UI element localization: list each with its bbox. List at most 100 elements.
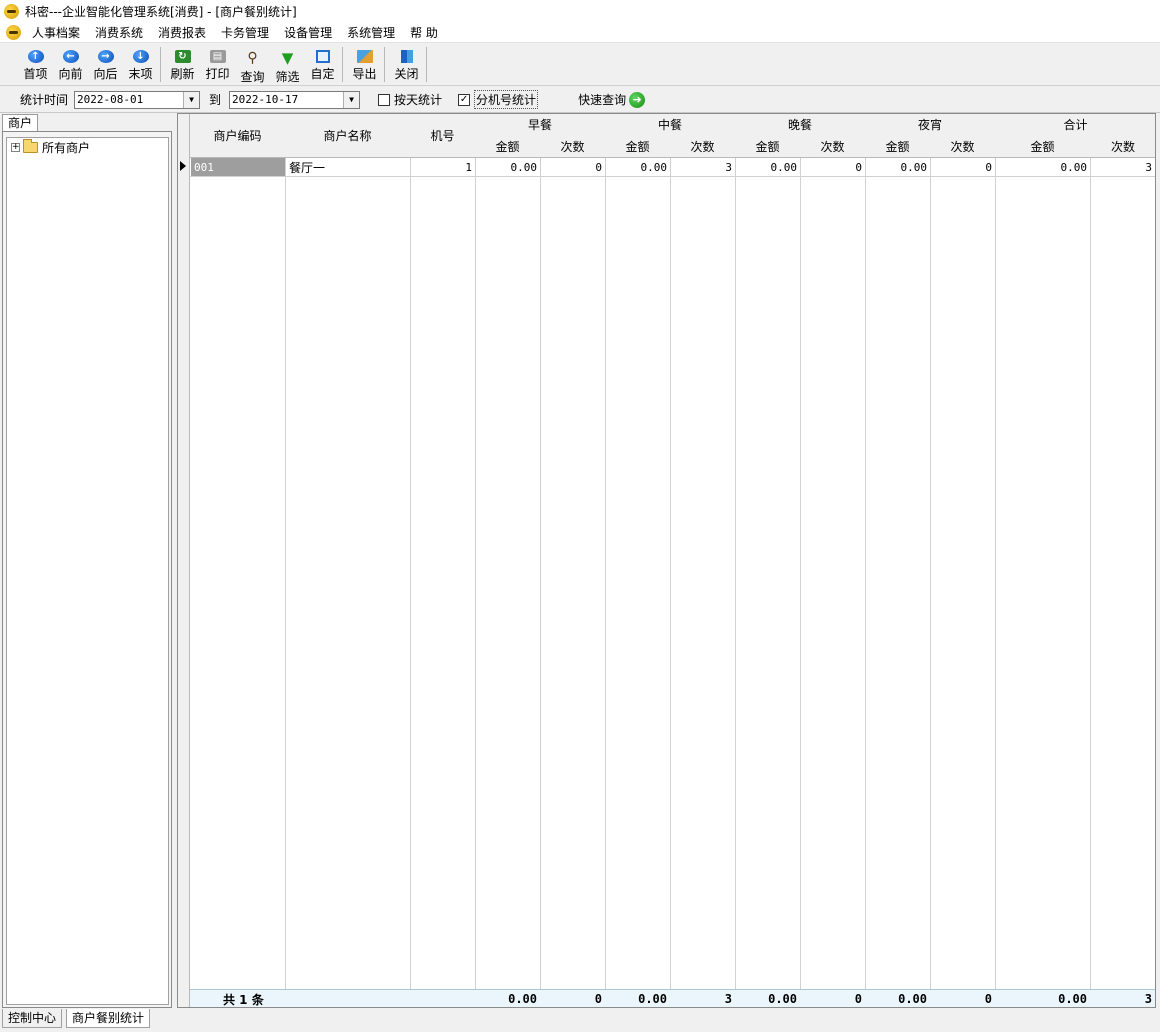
col-divider bbox=[410, 114, 411, 1007]
refresh-button[interactable]: ↻ 刷新 bbox=[165, 47, 200, 82]
cell-machine-no[interactable]: 1 bbox=[411, 158, 475, 176]
cell-midnight-amount[interactable]: 0.00 bbox=[866, 158, 930, 176]
arrow-up-icon: ↑ bbox=[27, 50, 44, 63]
col-divider bbox=[605, 114, 606, 1007]
summary-dinner-count: 0 bbox=[854, 992, 862, 1006]
header-total-count[interactable]: 次数 bbox=[1090, 135, 1155, 158]
col-divider bbox=[800, 114, 801, 1007]
header-dinner-amount[interactable]: 金额 bbox=[735, 135, 801, 158]
header-breakfast-count[interactable]: 次数 bbox=[540, 135, 606, 158]
menu-card-management[interactable]: 卡务管理 bbox=[220, 24, 270, 41]
merchant-panel: + 所有商户 bbox=[2, 131, 172, 1008]
dropdown-arrow-icon[interactable]: ▼ bbox=[183, 91, 200, 108]
print-button[interactable]: ▤ 打印 bbox=[200, 47, 235, 82]
header-midnight: 夜宵 bbox=[865, 114, 996, 136]
header-breakfast-amount[interactable]: 金额 bbox=[475, 135, 541, 158]
from-date-picker[interactable]: 2022-08-01 ▼ bbox=[74, 90, 201, 109]
col-divider bbox=[735, 114, 736, 1007]
header-lunch: 中餐 bbox=[605, 114, 736, 136]
header-lunch-count[interactable]: 次数 bbox=[670, 135, 736, 158]
menu-consumption-system[interactable]: 消费系统 bbox=[94, 24, 144, 41]
current-row-arrow-icon bbox=[180, 161, 186, 171]
row-indicator-column bbox=[178, 114, 190, 1007]
menu-consumption-report[interactable]: 消费报表 bbox=[157, 24, 207, 41]
to-label: 到 bbox=[209, 93, 222, 107]
merchant-tab[interactable]: 商户 bbox=[2, 114, 38, 132]
expand-icon[interactable]: + bbox=[11, 142, 20, 152]
dropdown-arrow-icon[interactable]: ▼ bbox=[343, 91, 360, 108]
first-button[interactable]: ↑ 首项 bbox=[18, 47, 53, 82]
summary-breakfast-amount: 0.00 bbox=[508, 992, 537, 1006]
header-merchant-code[interactable]: 商户编码 bbox=[190, 114, 286, 158]
col-divider bbox=[865, 114, 866, 1007]
cell-total-count[interactable]: 3 bbox=[1091, 158, 1155, 176]
cell-total-amount[interactable]: 0.00 bbox=[996, 158, 1090, 176]
cell-merchant-code[interactable]: 001 bbox=[191, 158, 285, 176]
export-icon bbox=[356, 50, 373, 63]
cell-breakfast-count[interactable]: 0 bbox=[541, 158, 605, 176]
header-midnight-amount[interactable]: 金额 bbox=[865, 135, 931, 158]
by-day-label: 按天统计 bbox=[394, 93, 443, 107]
cell-dinner-amount[interactable]: 0.00 bbox=[736, 158, 800, 176]
menu-help[interactable]: 帮 助 bbox=[409, 24, 439, 41]
summary-lunch-amount: 0.00 bbox=[638, 992, 667, 1006]
close-group: 关闭 bbox=[389, 47, 427, 82]
col-divider bbox=[995, 114, 996, 1007]
close-button[interactable]: 关闭 bbox=[389, 47, 424, 82]
export-group: 导出 bbox=[347, 47, 385, 82]
last-button[interactable]: ↓ 末项 bbox=[123, 47, 158, 82]
window-tabs: 控制中心 商户餐别统计 bbox=[0, 1009, 1160, 1032]
cell-midnight-count[interactable]: 0 bbox=[931, 158, 995, 176]
header-breakfast: 早餐 bbox=[475, 114, 606, 136]
statistics-grid: 商户编码 商户名称 机号 早餐 中餐 晚餐 夜宵 合计 金额 次数 金额 次数 … bbox=[177, 113, 1156, 1008]
header-lunch-amount[interactable]: 金额 bbox=[605, 135, 671, 158]
header-dinner-count[interactable]: 次数 bbox=[800, 135, 866, 158]
arrow-down-icon: ↓ bbox=[132, 50, 149, 63]
by-machine-checkbox[interactable]: ✓ 分机号统计 bbox=[458, 90, 539, 109]
cell-breakfast-amount[interactable]: 0.00 bbox=[476, 158, 540, 176]
menu-bar: 人事档案 消费系统 消费报表 卡务管理 设备管理 系统管理 帮 助 bbox=[0, 22, 1160, 43]
row-divider bbox=[190, 176, 1155, 177]
time-label: 统计时间 bbox=[20, 93, 69, 107]
header-midnight-count[interactable]: 次数 bbox=[930, 135, 996, 158]
header-merchant-name[interactable]: 商户名称 bbox=[285, 114, 411, 158]
checkbox-checked-icon: ✓ bbox=[458, 93, 471, 106]
tab-merchant-meal-stats[interactable]: 商户餐别统计 bbox=[66, 1009, 151, 1028]
col-divider bbox=[1090, 114, 1091, 1007]
col-divider bbox=[540, 114, 541, 1007]
header-total-amount[interactable]: 金额 bbox=[995, 135, 1091, 158]
quick-query-label: 快速查询 bbox=[578, 93, 627, 107]
tree-node-all-merchants[interactable]: + 所有商户 bbox=[7, 138, 168, 156]
header-dinner: 晚餐 bbox=[735, 114, 866, 136]
cell-merchant-name[interactable]: 餐厅一 bbox=[286, 158, 410, 176]
menu-device-management[interactable]: 设备管理 bbox=[283, 24, 333, 41]
refresh-icon: ↻ bbox=[174, 50, 191, 63]
prev-button[interactable]: ← 向前 bbox=[53, 47, 88, 82]
quick-query-button[interactable]: 快速查询 ➜ bbox=[578, 91, 646, 108]
next-button[interactable]: → 向后 bbox=[88, 47, 123, 82]
summary-dinner-amount: 0.00 bbox=[768, 992, 797, 1006]
toolbar: ↑ 首项 ← 向前 → 向后 ↓ 末项 ↻ 刷新 ▤ 打印 ⚲ 查询 ▼ 筛选 … bbox=[0, 44, 1160, 86]
merchant-tree: + 所有商户 bbox=[6, 137, 169, 1005]
summary-total-count: 3 bbox=[1144, 992, 1152, 1006]
menu-system-management[interactable]: 系统管理 bbox=[346, 24, 396, 41]
by-day-checkbox[interactable]: 按天统计 bbox=[378, 91, 442, 108]
cell-lunch-count[interactable]: 3 bbox=[671, 158, 735, 176]
to-date-picker[interactable]: 2022-10-17 ▼ bbox=[229, 90, 361, 109]
col-divider bbox=[670, 114, 671, 1007]
arrow-right-icon: → bbox=[97, 50, 114, 63]
col-divider bbox=[930, 114, 931, 1007]
menu-personnel[interactable]: 人事档案 bbox=[31, 24, 81, 41]
menu-logo-icon[interactable] bbox=[6, 24, 21, 40]
folder-icon bbox=[23, 138, 38, 153]
query-button[interactable]: ⚲ 查询 bbox=[235, 47, 270, 84]
cell-lunch-amount[interactable]: 0.00 bbox=[606, 158, 670, 176]
custom-button[interactable]: 自定 bbox=[305, 47, 340, 82]
header-machine-no[interactable]: 机号 bbox=[410, 114, 476, 158]
tab-control-center[interactable]: 控制中心 bbox=[2, 1009, 63, 1028]
col-divider bbox=[285, 114, 286, 1007]
export-button[interactable]: 导出 bbox=[347, 47, 382, 82]
filter-button[interactable]: ▼ 筛选 bbox=[270, 47, 305, 84]
nav-group: ↑ 首项 ← 向前 → 向后 ↓ 末项 bbox=[18, 47, 161, 82]
cell-dinner-count[interactable]: 0 bbox=[801, 158, 865, 176]
